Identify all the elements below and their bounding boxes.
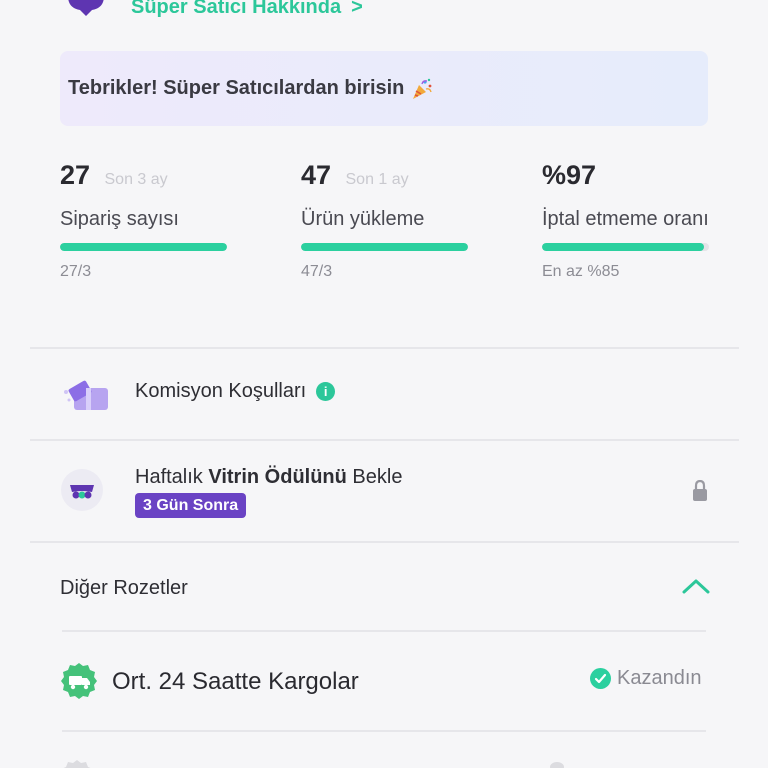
stat-order-count: 27 Son 3 ay Sipariş sayısı 27/3 (60, 160, 227, 281)
stat-period: Son 3 ay (104, 171, 168, 188)
section-divider (30, 439, 739, 441)
stat-progress-fill (301, 243, 468, 251)
super-seller-about-label: Süper Satıcı Hakkında (131, 0, 342, 18)
section-divider (30, 347, 739, 349)
stat-progress-bar (542, 243, 709, 251)
stat-value: 47 (301, 160, 332, 190)
stat-progress-bar (301, 243, 468, 251)
stat-progress-fill (60, 243, 227, 251)
stat-value: 27 (60, 160, 91, 190)
super-seller-about-link[interactable]: Süper Satıcı Hakkında > (131, 0, 363, 19)
chevron-up-icon[interactable] (681, 576, 711, 596)
other-badges-label: Diğer Rozetler (60, 577, 188, 599)
badge-label: Ort. 24 Saatte Kargolar (112, 668, 359, 695)
stat-period: Son 1 ay (345, 171, 409, 188)
stat-sub: 47/3 (301, 263, 333, 280)
badge-status-placeholder-icon (550, 762, 564, 768)
gift-box-icon (64, 380, 108, 410)
stat-progress-bar (60, 243, 227, 251)
super-seller-summary: Süper Satıcı Hakkında > Tebrikler! Süper… (30, 0, 739, 348)
section-divider (30, 541, 739, 543)
lock-icon (693, 480, 707, 501)
stat-sub: 27/3 (60, 263, 92, 280)
shipping-truck-badge-icon (61, 663, 97, 699)
showcase-text-bold: Vitrin Ödülünü (208, 466, 347, 488)
badge-placeholder-icon (63, 760, 91, 768)
super-seller-card: Süper Satıcı Hakkında > Tebrikler! Süper… (30, 0, 739, 768)
stat-no-cancel-rate: %97 İptal etmeme oranı En az %85 (542, 160, 712, 281)
stat-label: Sipariş sayısı (60, 208, 179, 230)
showcase-text-suffix: Bekle (346, 466, 403, 488)
super-seller-badge-icon (68, 0, 104, 16)
chevron-right-icon: > (351, 0, 363, 18)
stat-product-upload: 47 Son 1 ay Ürün yükleme 47/3 (301, 160, 468, 281)
list-divider (62, 630, 706, 632)
stat-sub: En az %85 (542, 263, 620, 280)
badge-status-label: Kazandın (617, 667, 702, 689)
showcase-text-prefix: Haftalık (135, 466, 209, 488)
check-circle-icon (590, 668, 611, 689)
stat-progress-fill (542, 243, 704, 251)
badge-status: Kazandın (590, 667, 702, 690)
congrats-text: Tebrikler! Süper Satıcılardan birisin (68, 77, 405, 99)
showcase-text: Haftalık Vitrin Ödülünü Bekle (135, 466, 402, 489)
list-divider (62, 730, 706, 732)
stat-value: %97 (542, 160, 597, 190)
stat-label: Ürün yükleme (301, 208, 425, 230)
commission-terms-label: Komisyon Koşulları (135, 380, 307, 402)
commission-terms-label-wrap: Komisyon Koşulları i (135, 380, 336, 403)
info-icon[interactable]: i (316, 382, 336, 401)
congrats-banner: Tebrikler! Süper Satıcılardan birisin (60, 51, 708, 126)
showcase-award-icon (61, 469, 103, 511)
party-popper-icon (413, 78, 433, 99)
days-remaining-pill: 3 Gün Sonra (135, 493, 247, 518)
stat-label: İptal etmeme oranı (542, 208, 709, 230)
